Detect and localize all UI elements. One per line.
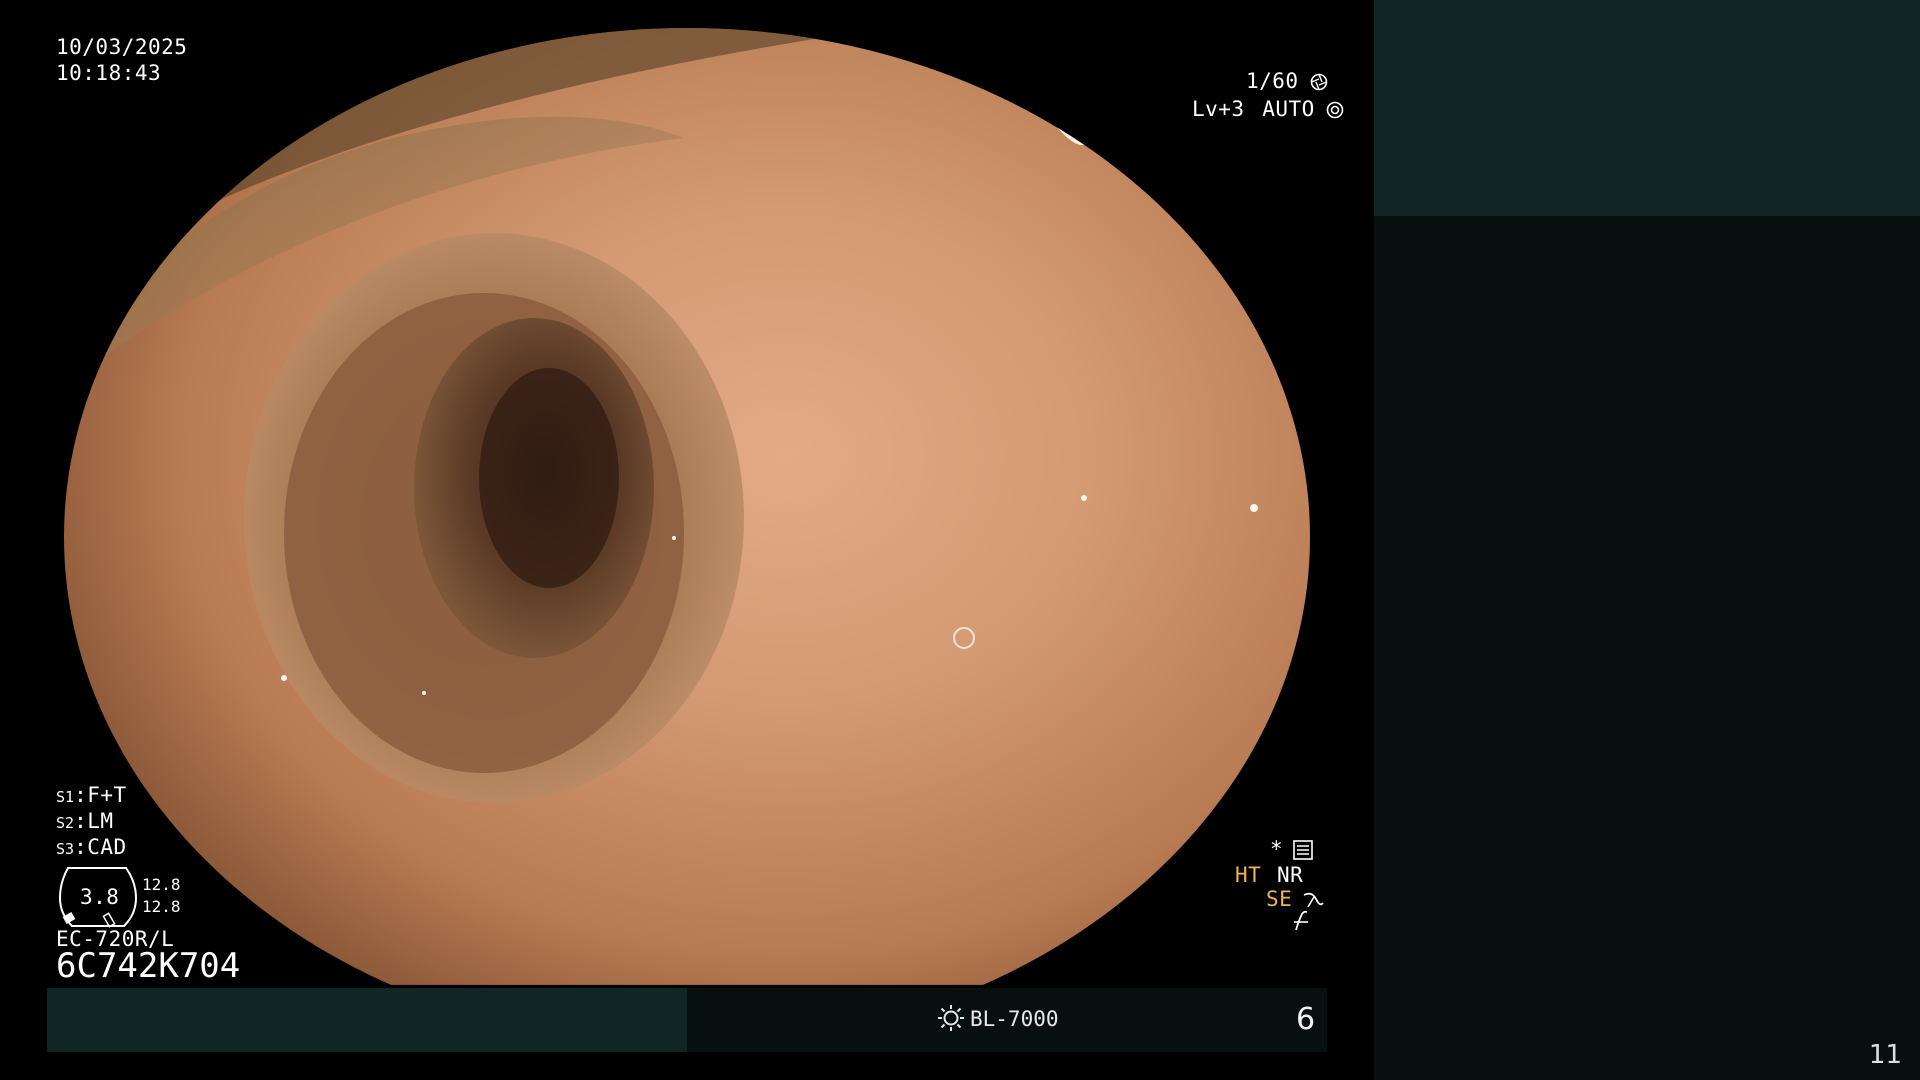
- switch-s3: S3:CAD: [56, 834, 127, 860]
- light-source-icon: [937, 1004, 965, 1032]
- s3-tag: S3: [56, 840, 75, 858]
- light-source-label: BL-7000: [970, 1007, 1059, 1031]
- level-value: Lv+3: [1192, 97, 1245, 121]
- settings-row: *: [1270, 836, 1313, 864]
- exposure-readout: Lv+3 AUTO: [1192, 96, 1344, 123]
- scope-value: 3.8: [80, 885, 120, 909]
- overlay-date: 10/03/2025: [56, 35, 188, 59]
- ht-label: HT: [1235, 863, 1262, 887]
- switch-s1: S1:F+T: [56, 782, 127, 808]
- s2-value: :LM: [74, 809, 114, 833]
- s1-tag: S1: [56, 788, 75, 806]
- status-bar: BL-7000 6: [47, 988, 1327, 1052]
- scope-gauge: 3.8: [56, 864, 140, 930]
- status-bar-number: 6: [1296, 1002, 1316, 1037]
- iris-icon: [1326, 101, 1344, 123]
- shutter-aperture-icon: [1310, 73, 1328, 95]
- shutter-value: 1/60: [1246, 69, 1299, 93]
- overlay-time: 10:18:43: [56, 61, 162, 85]
- s2-tag: S2: [56, 814, 75, 832]
- s3-value: :CAD: [74, 835, 127, 859]
- exposure-mode: AUTO: [1262, 97, 1315, 121]
- se-row: SE: [1266, 886, 1324, 913]
- menu-settings-icon: [1292, 839, 1313, 864]
- s1-value: :F+T: [74, 783, 127, 807]
- se-label: SE: [1266, 887, 1293, 911]
- endoscope-view: [64, 28, 1310, 985]
- right-panel: 11: [1374, 0, 1920, 1080]
- scope-reading-2: 12.8: [142, 897, 181, 916]
- freeze-icon: [1290, 910, 1312, 936]
- enhancement-row: HT NR: [1235, 862, 1303, 888]
- scope-serial: 6C742K704: [56, 946, 241, 986]
- asterisk-mark: *: [1270, 837, 1284, 861]
- status-bar-left-panel: [47, 988, 687, 1052]
- scope-reading-1: 12.8: [142, 875, 181, 894]
- nr-label: NR: [1276, 863, 1304, 887]
- switch-s2: S2:LM: [56, 808, 114, 834]
- page-number: 11: [1868, 1040, 1902, 1070]
- endoscope-image: [64, 28, 1310, 985]
- right-panel-top-block: [1374, 0, 1920, 216]
- shutter-readout: 1/60: [1246, 68, 1328, 95]
